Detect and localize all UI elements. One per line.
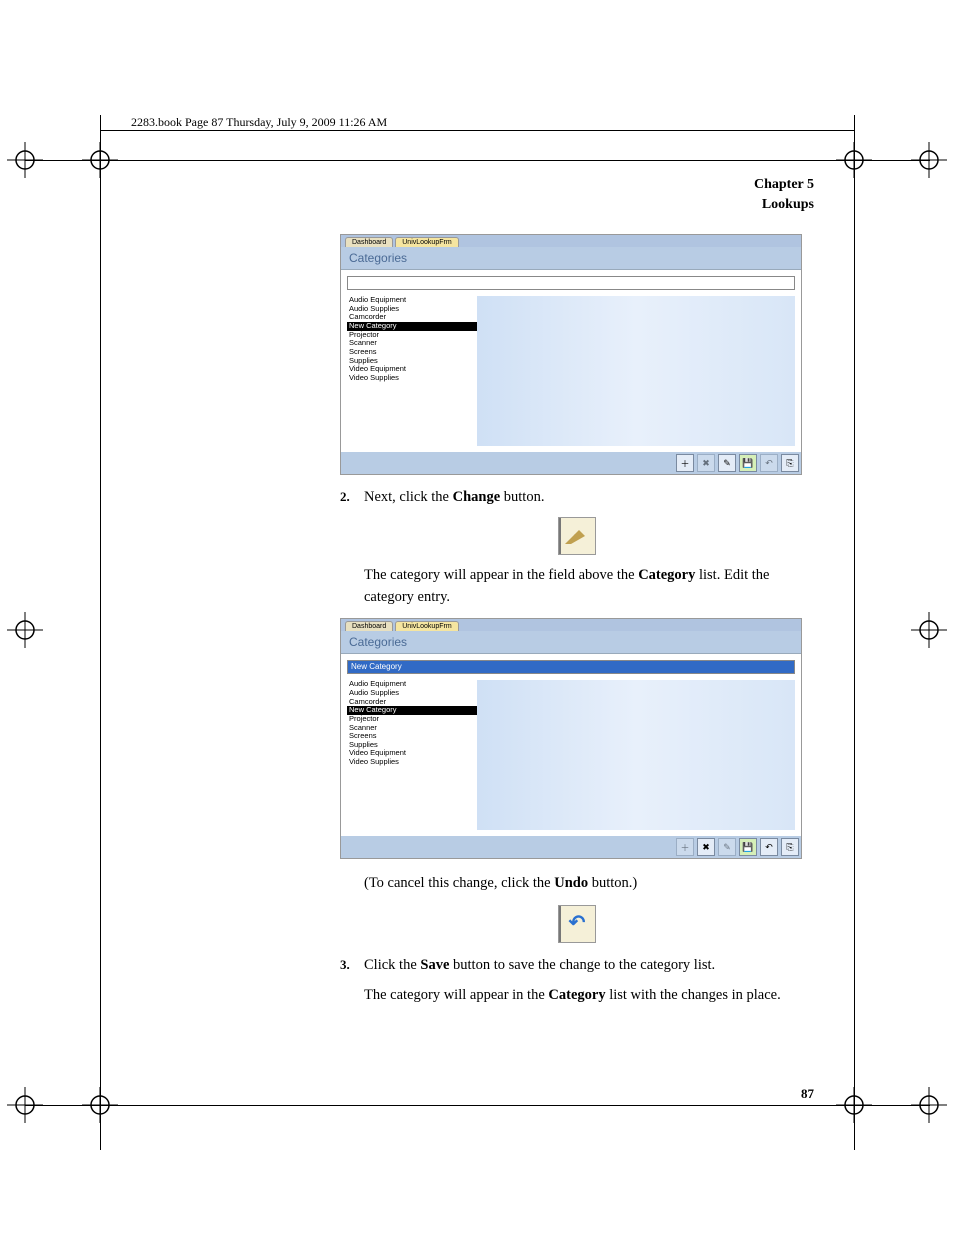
tab-univlookupfrm[interactable]: UnivLookupFrm: [395, 237, 458, 247]
side-panel: [477, 680, 795, 830]
tab-dashboard[interactable]: Dashboard: [345, 237, 393, 247]
page-number: 87: [801, 1086, 814, 1102]
save-button[interactable]: 💾: [739, 838, 757, 856]
screenshot-categories-1: Dashboard UnivLookupFrm Categories Audio…: [340, 234, 802, 475]
paragraph-1: The category will appear in the field ab…: [364, 565, 814, 609]
delete-button[interactable]: ✖: [697, 454, 715, 472]
change-button[interactable]: ✎: [718, 838, 736, 856]
reg-mark-tr2: [909, 140, 949, 185]
step-2: 2. Next, click the Change button.: [340, 487, 814, 509]
paragraph-3: The category will appear in the Category…: [364, 985, 814, 1007]
reg-mark-br2: [909, 1085, 949, 1130]
change-button[interactable]: ✎: [718, 454, 736, 472]
content-area: Chapter 5 Lookups Dashboard UnivLookupFr…: [340, 175, 814, 1017]
undo-icon: [558, 905, 596, 943]
frame-line: [854, 115, 855, 1150]
toolbar: ＋ ✖ ✎ 💾 ↶ ⎘: [341, 836, 801, 858]
change-icon: [558, 517, 596, 555]
category-input[interactable]: New Category: [347, 660, 795, 674]
tab-dashboard[interactable]: Dashboard: [345, 621, 393, 631]
undo-button[interactable]: ↶: [760, 454, 778, 472]
reg-mark-mr: [909, 610, 949, 655]
exit-button[interactable]: ⎘: [781, 454, 799, 472]
chapter-heading: Chapter 5 Lookups: [340, 175, 814, 214]
undo-button[interactable]: ↶: [760, 838, 778, 856]
step-3: 3. Click the Save button to save the cha…: [340, 955, 814, 977]
delete-button[interactable]: ✖: [697, 838, 715, 856]
save-button[interactable]: 💾: [739, 454, 757, 472]
tab-univlookupfrm[interactable]: UnivLookupFrm: [395, 621, 458, 631]
paragraph-2: (To cancel this change, click the Undo b…: [364, 873, 814, 895]
tab-bar: Dashboard UnivLookupFrm: [341, 235, 801, 247]
exit-button[interactable]: ⎘: [781, 838, 799, 856]
step-number: 3.: [340, 955, 364, 977]
frame-line: [100, 115, 101, 1150]
page-header-line: 2283.book Page 87 Thursday, July 9, 2009…: [131, 115, 387, 130]
step-number: 2.: [340, 487, 364, 509]
chapter-number: Chapter 5: [340, 175, 814, 195]
reg-mark-tl2: [5, 140, 45, 185]
panel-title: Categories: [341, 247, 801, 270]
step-body: Next, click the Change button.: [364, 487, 814, 509]
category-input[interactable]: [347, 276, 795, 290]
toolbar: ＋ ✖ ✎ 💾 ↶ ⎘: [341, 452, 801, 474]
frame-line: [25, 1105, 930, 1106]
reg-mark-bl2: [5, 1085, 45, 1130]
side-panel: [477, 296, 795, 446]
list-item[interactable]: Video Supplies: [347, 374, 477, 383]
list-item[interactable]: Video Supplies: [347, 758, 477, 767]
frame-line: [100, 130, 854, 131]
category-list[interactable]: Audio EquipmentAudio SuppliesCamcorderNe…: [347, 680, 477, 830]
chapter-title: Lookups: [340, 195, 814, 215]
panel-title: Categories: [341, 631, 801, 654]
tab-bar: Dashboard UnivLookupFrm: [341, 619, 801, 631]
category-list[interactable]: Audio EquipmentAudio SuppliesCamcorderNe…: [347, 296, 477, 446]
frame-line: [25, 160, 930, 161]
screenshot-categories-2: Dashboard UnivLookupFrm Categories New C…: [340, 618, 802, 859]
add-button[interactable]: ＋: [676, 454, 694, 472]
reg-mark-ml: [5, 610, 45, 655]
step-body: Click the Save button to save the change…: [364, 955, 814, 977]
add-button[interactable]: ＋: [676, 838, 694, 856]
